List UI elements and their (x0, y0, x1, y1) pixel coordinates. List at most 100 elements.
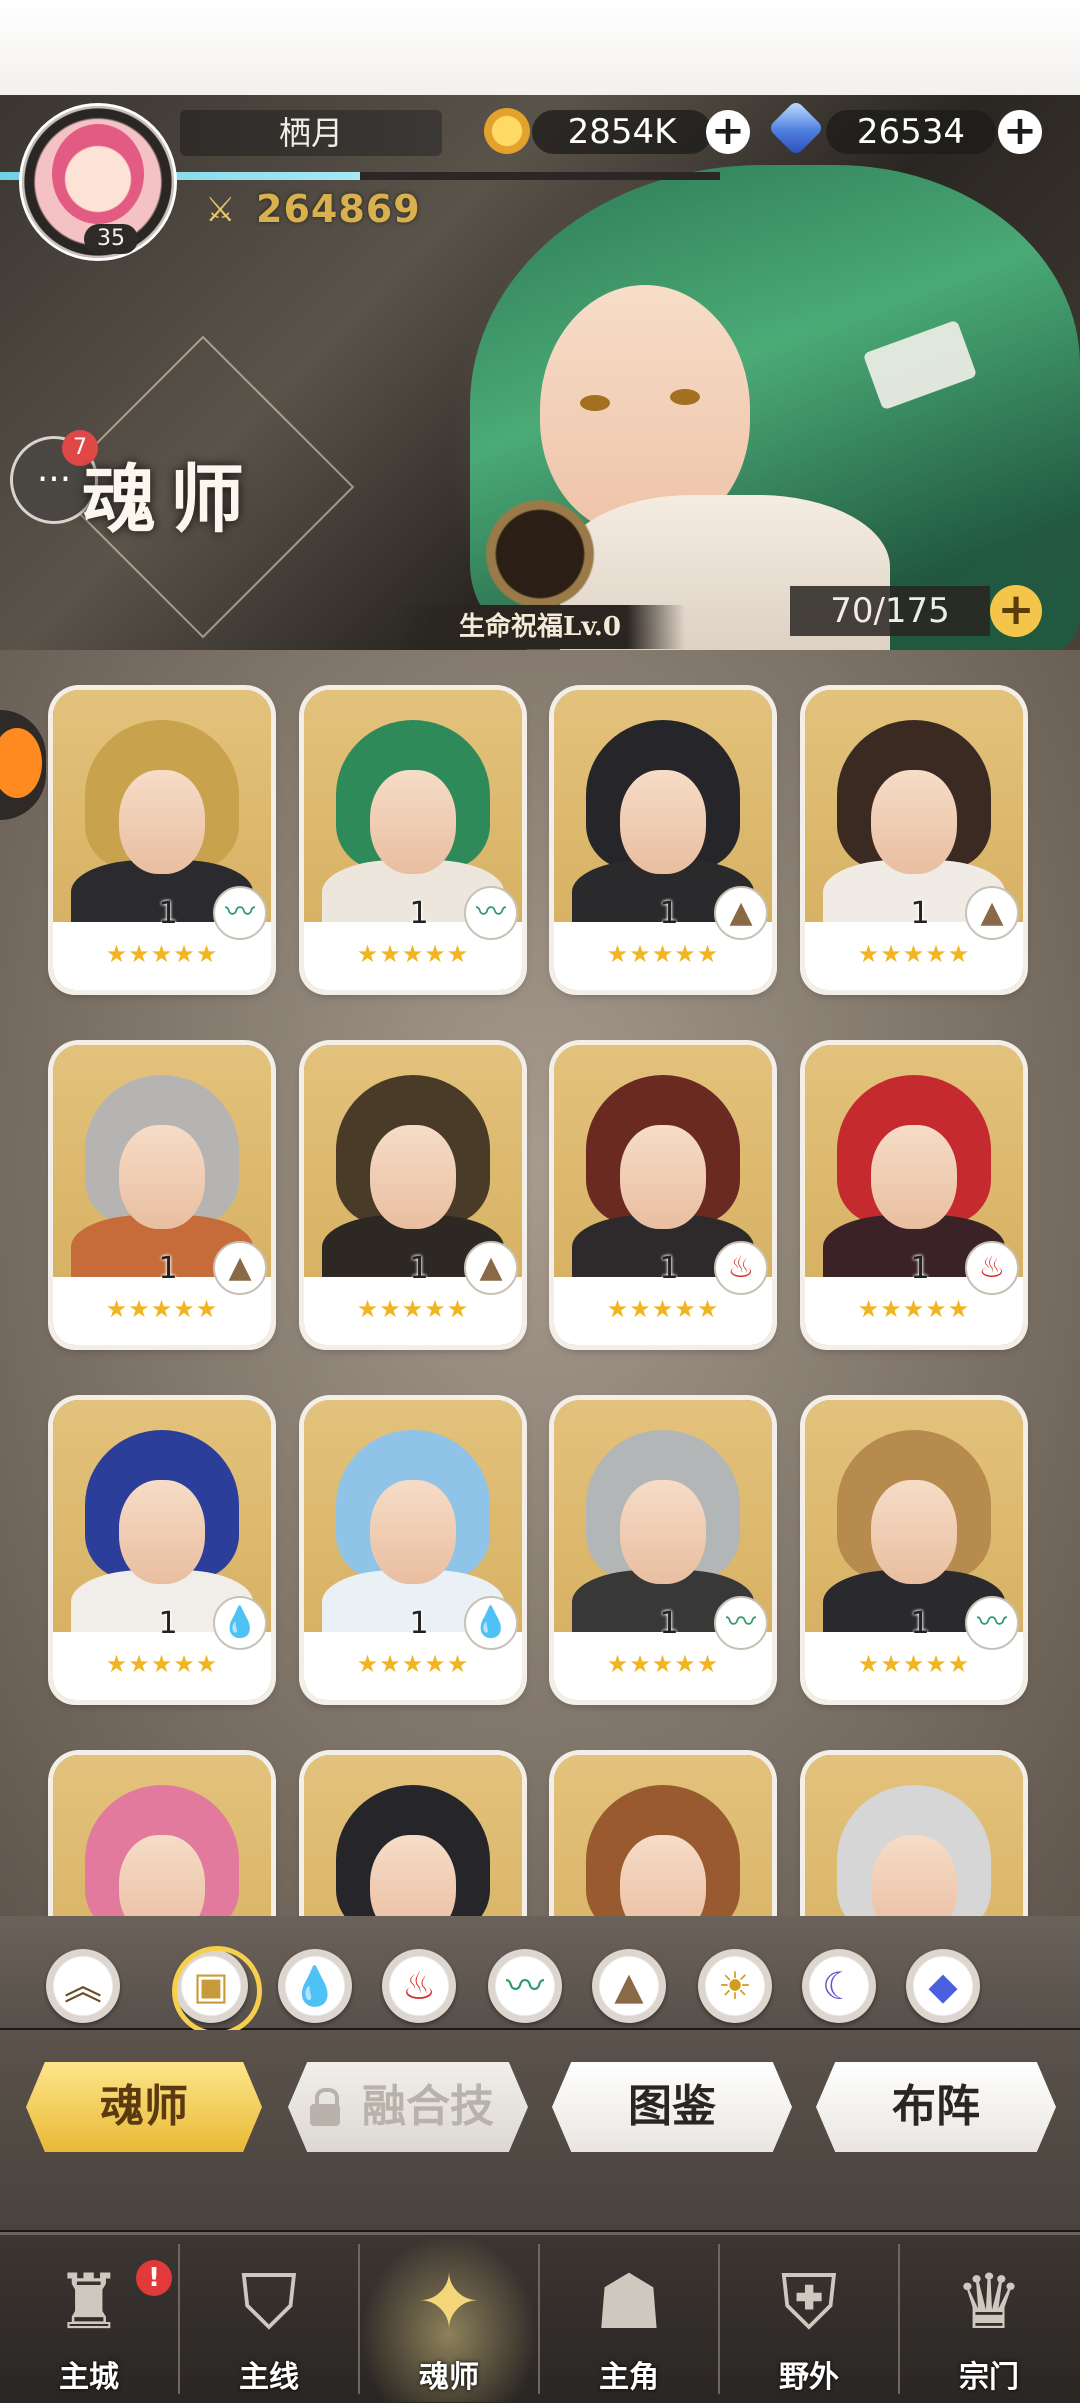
hero-card[interactable]: 1 〰 ★★★★★ (805, 1400, 1023, 1700)
hero-star-rating: ★★★★★ (606, 1295, 720, 1323)
hero-card[interactable]: 1 ▲ ★★★★★ (805, 690, 1023, 990)
nav-label: 主线 (239, 2360, 299, 2395)
hero-face (620, 1125, 706, 1229)
hero-card[interactable]: 1 ▲ ★★★★★ (53, 1045, 271, 1345)
fire-element-icon: ♨ (965, 1241, 1019, 1295)
hero-face (370, 1835, 456, 1916)
earth-element-icon: ▲ (965, 886, 1019, 940)
roster-capacity: 70/175 (790, 586, 990, 636)
hooded-hero-icon: ☗ (594, 2257, 664, 2346)
gold-coin-icon (484, 108, 530, 154)
collapse-chevron-button[interactable]: ︽ (46, 1949, 120, 2023)
wind-filter-icon: 〰 (505, 1964, 544, 2008)
hero-card[interactable]: 1 ▲ ★★★★★ (554, 690, 772, 990)
hero-star-rating: ★★★★★ (105, 1295, 219, 1323)
light-filter-button[interactable]: ☀ (698, 1949, 772, 2023)
nav-label: 主城 (59, 2360, 119, 2395)
hero-card[interactable]: 1 ♨ ★★★★★ (554, 1045, 772, 1345)
hero-card[interactable]: 1 💧 ★★★★★ (304, 1400, 522, 1700)
hero-card[interactable]: 1 ♨ ★★★★★ (805, 1045, 1023, 1345)
hero-star-rating: ★★★★★ (105, 940, 219, 968)
earth-filter-button[interactable]: ▲ (592, 1949, 666, 2023)
hero-face (119, 1480, 205, 1584)
hero-level: 1 (659, 896, 679, 931)
life-blessing-label: 生命祝福Lv.0 (395, 605, 685, 649)
tab-formation[interactable]: 布阵 (816, 2062, 1056, 2152)
hero-face (871, 1480, 957, 1584)
wind-element-icon: 〰 (464, 886, 518, 940)
earth-element-icon: ▲ (213, 1241, 267, 1295)
hero-card[interactable] (554, 1755, 772, 1916)
hero-face (119, 1125, 205, 1229)
nav-hooded-hero[interactable]: ☗ 主角 (540, 2234, 718, 2402)
hero-star-rating: ★★★★★ (606, 1650, 720, 1678)
special-filter-button[interactable]: ◆ (906, 1949, 980, 2023)
hero-card[interactable]: 1 💧 ★★★★★ (53, 1400, 271, 1700)
page-title: 魂师 (82, 457, 258, 543)
hero-portrait (63, 1775, 261, 1916)
tab-codex[interactable]: 图鉴 (552, 2062, 792, 2152)
fusion-tab-label: 融合技 (362, 2081, 494, 2132)
nav-label: 主角 (599, 2360, 659, 2395)
water-filter-button[interactable]: 💧 (278, 1949, 352, 2023)
hero-level: 1 (158, 1251, 178, 1286)
hero-face (370, 770, 456, 874)
life-blessing-gem[interactable] (470, 500, 610, 620)
wind-element-icon: 〰 (213, 886, 267, 940)
hero-card[interactable]: 1 〰 ★★★★★ (53, 690, 271, 990)
hero-star-rating: ★★★★★ (857, 940, 971, 968)
gold-amount: 2854K (532, 110, 712, 154)
field-shield-icon: ⛨ (780, 2257, 838, 2346)
nav-sect-emblem[interactable]: ♛ 宗门 (900, 2234, 1078, 2402)
hero-star-rating: ★★★★★ (606, 940, 720, 968)
hero-card[interactable] (304, 1755, 522, 1916)
hero-face (620, 1835, 706, 1916)
dark-filter-button[interactable]: ☾ (802, 1949, 876, 2023)
hero-card[interactable]: 1 〰 ★★★★★ (554, 1400, 772, 1700)
hero-card[interactable] (805, 1755, 1023, 1916)
water-filter-icon: 💧 (291, 1964, 339, 2008)
hero-face (871, 770, 957, 874)
earth-element-icon: ▲ (464, 1241, 518, 1295)
fire-element-icon: ♨ (714, 1241, 768, 1295)
hero-card[interactable]: 1 ▲ ★★★★★ (304, 1045, 522, 1345)
hero-card[interactable]: 1 〰 ★★★★★ (304, 690, 522, 990)
hero-portrait (314, 1775, 512, 1916)
hero-face (370, 1480, 456, 1584)
filter-selected-indicator (172, 1946, 262, 2036)
sect-emblem-icon: ♛ (954, 2257, 1024, 2346)
nav-label: 宗门 (959, 2360, 1019, 2395)
combat-power-value: 264869 (256, 187, 421, 231)
hero-face (620, 1480, 706, 1584)
player-name: 栖月 (180, 110, 442, 156)
hero-star-rating: ★★★★★ (857, 1295, 971, 1323)
hero-face (620, 770, 706, 874)
status-bar-area (0, 0, 1080, 95)
add-gold-button[interactable]: + (706, 110, 750, 154)
nav-field-shield[interactable]: ⛨ 野外 (720, 2234, 898, 2402)
banner-hero-eye-left (580, 395, 610, 411)
nav-soul-master[interactable]: ✦ 魂师 (360, 2234, 538, 2402)
earth-filter-icon: ▲ (614, 1964, 644, 2008)
wind-element-icon: 〰 (714, 1596, 768, 1650)
add-diamond-button[interactable]: + (998, 110, 1042, 154)
collapse-chevron-icon: ︽ (63, 1964, 102, 2008)
hero-star-rating: ★★★★★ (356, 1295, 470, 1323)
hero-face (370, 1125, 456, 1229)
water-element-icon: 💧 (213, 1596, 267, 1650)
hero-star-rating: ★★★★★ (857, 1650, 971, 1678)
expand-capacity-button[interactable]: + (990, 585, 1042, 637)
nav-label: 野外 (779, 2360, 839, 2395)
hero-card[interactable] (53, 1755, 271, 1916)
hero-level: 1 (409, 896, 429, 931)
fire-filter-button[interactable]: ♨ (382, 1949, 456, 2023)
nav-mainline-crest[interactable]: ⛉ 主线 (180, 2234, 358, 2402)
wind-filter-button[interactable]: 〰 (488, 1949, 562, 2023)
hero-face (119, 770, 205, 874)
tab-heroes[interactable]: 魂师 (26, 2062, 262, 2152)
banner-hero-eye-right (670, 389, 700, 405)
player-avatar-portrait (52, 124, 144, 224)
mainline-crest-icon: ⛉ (240, 2257, 298, 2346)
earth-element-icon: ▲ (714, 886, 768, 940)
hero-level: 1 (910, 896, 930, 931)
